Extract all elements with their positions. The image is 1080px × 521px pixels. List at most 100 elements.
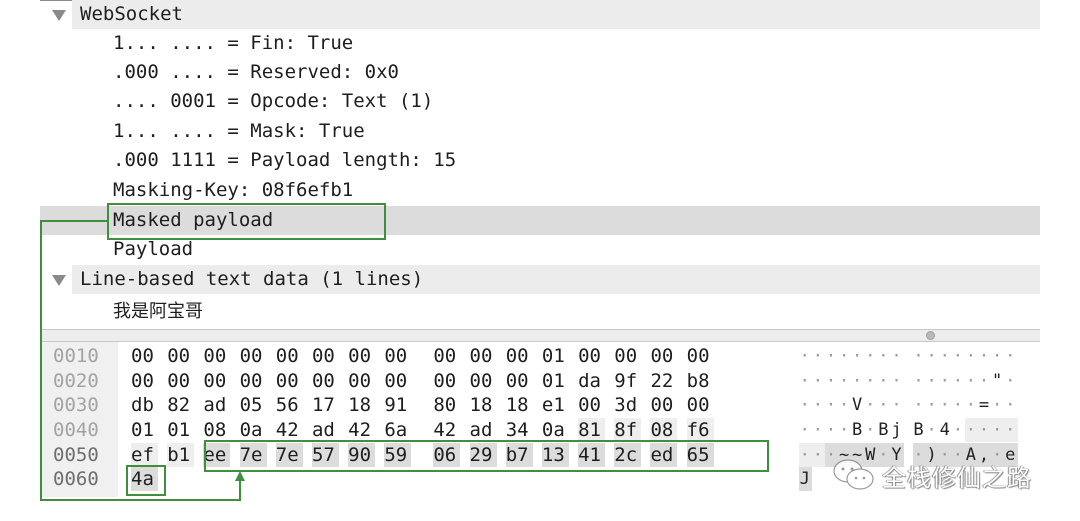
hex-byte[interactable]: 01 bbox=[542, 344, 569, 368]
ascii-char[interactable]: · bbox=[851, 344, 864, 368]
hex-byte[interactable]: 42 bbox=[433, 418, 460, 442]
ascii-char[interactable]: · bbox=[952, 393, 965, 417]
hex-byte[interactable]: 00 bbox=[131, 344, 158, 368]
ascii-char[interactable]: · bbox=[965, 393, 978, 417]
hex-byte[interactable]: 00 bbox=[614, 344, 641, 368]
ascii-char[interactable]: · bbox=[891, 369, 904, 393]
ascii-char[interactable]: · bbox=[838, 369, 851, 393]
hex-byte[interactable]: 6a bbox=[384, 418, 411, 442]
hex-byte[interactable]: 00 bbox=[506, 369, 533, 393]
hex-bytes[interactable]: 00 00 00 00 00 00 00 00 00 00 00 01 da 9f 22 b8 bbox=[131, 369, 723, 393]
hex-byte[interactable]: 08 bbox=[650, 418, 678, 442]
hex-byte[interactable]: 00 bbox=[384, 344, 411, 368]
ascii-char[interactable]: · bbox=[978, 418, 992, 442]
ascii-char[interactable]: · bbox=[825, 418, 838, 442]
hex-byte[interactable]: 00 bbox=[312, 344, 339, 368]
hex-byte[interactable]: 00 bbox=[240, 369, 267, 393]
hex-byte[interactable]: 00 bbox=[276, 344, 303, 368]
packet-details-pane[interactable]: WebSocket 1... .... = Fin: True .000 .... … bbox=[40, 0, 1040, 329]
ascii-char[interactable]: · bbox=[864, 393, 877, 417]
tree-section-header[interactable]: Line-based text data (1 lines) bbox=[40, 265, 1040, 294]
hex-byte[interactable]: 81 bbox=[578, 418, 606, 442]
hex-byte[interactable]: 01 bbox=[542, 369, 569, 393]
hex-byte[interactable]: 91 bbox=[384, 393, 411, 417]
tree-section-header[interactable]: WebSocket bbox=[40, 0, 1040, 29]
ascii-char[interactable]: · bbox=[812, 443, 826, 467]
ascii-char[interactable]: · bbox=[825, 344, 838, 368]
ascii-column[interactable]: ····B·Bj B·4····· bbox=[799, 418, 1018, 442]
tree-item[interactable]: 1... .... = Fin: True bbox=[40, 29, 1040, 58]
ascii-char[interactable]: 4 bbox=[939, 418, 952, 442]
hex-byte[interactable]: 00 bbox=[433, 369, 460, 393]
hex-byte[interactable]: 00 bbox=[276, 369, 303, 393]
hex-byte[interactable]: 00 bbox=[470, 344, 497, 368]
tree-item[interactable]: .000 1111 = Payload length: 15 bbox=[40, 146, 1040, 175]
hex-byte[interactable]: 34 bbox=[506, 418, 533, 442]
ascii-char[interactable]: · bbox=[799, 443, 813, 467]
hex-byte[interactable]: 42 bbox=[276, 418, 303, 442]
hex-byte[interactable]: 00 bbox=[578, 344, 605, 368]
hex-byte[interactable]: 00 bbox=[203, 369, 230, 393]
ascii-char[interactable]: · bbox=[799, 369, 812, 393]
hex-byte[interactable]: 00 bbox=[348, 344, 375, 368]
hex-byte[interactable]: 01 bbox=[167, 418, 194, 442]
ascii-char[interactable]: · bbox=[851, 369, 864, 393]
hex-byte[interactable]: e1 bbox=[542, 393, 569, 417]
ascii-char[interactable]: · bbox=[838, 344, 851, 368]
ascii-char[interactable]: = bbox=[978, 393, 991, 417]
ascii-char[interactable]: · bbox=[978, 369, 991, 393]
ascii-char[interactable]: · bbox=[991, 344, 1004, 368]
hex-byte[interactable]: 00 bbox=[131, 369, 158, 393]
hex-byte[interactable]: 17 bbox=[312, 393, 339, 417]
ascii-char[interactable]: · bbox=[799, 393, 812, 417]
ascii-char[interactable]: · bbox=[799, 344, 812, 368]
ascii-char[interactable]: · bbox=[891, 344, 904, 368]
hex-byte[interactable]: 0a bbox=[240, 418, 267, 442]
ascii-char[interactable]: · bbox=[812, 418, 825, 442]
hex-byte[interactable]: 0a bbox=[542, 418, 569, 442]
hex-byte[interactable]: da bbox=[578, 369, 605, 393]
hex-byte[interactable]: 00 bbox=[203, 344, 230, 368]
ascii-char[interactable]: · bbox=[838, 393, 851, 417]
ascii-char[interactable]: j bbox=[891, 418, 904, 442]
ascii-char[interactable]: · bbox=[965, 369, 978, 393]
hex-bytes[interactable]: 00 00 00 00 00 00 00 00 00 00 00 01 00 00 00 00 bbox=[131, 344, 723, 368]
ascii-column[interactable]: J bbox=[799, 467, 813, 491]
hex-byte[interactable]: 56 bbox=[276, 393, 303, 417]
ascii-column[interactable]: ········ ······"· bbox=[799, 369, 1018, 393]
ascii-char[interactable]: · bbox=[939, 393, 952, 417]
hex-byte[interactable]: 08 bbox=[203, 418, 230, 442]
ascii-char[interactable]: · bbox=[1004, 393, 1017, 417]
ascii-char[interactable]: · bbox=[939, 369, 952, 393]
hex-byte[interactable]: 3d bbox=[614, 393, 641, 417]
hex-byte[interactable]: 00 bbox=[506, 344, 533, 368]
ascii-char[interactable]: · bbox=[878, 344, 891, 368]
hex-byte[interactable]: 18 bbox=[506, 393, 533, 417]
hex-bytes[interactable]: 01 01 08 0a 42 ad 42 6a 42 ad 34 0a 81 8f 08 f6 bbox=[131, 418, 723, 442]
tree-item[interactable]: 1... .... = Mask: True bbox=[40, 117, 1040, 146]
ascii-column[interactable]: ········ ········ bbox=[799, 344, 1018, 368]
hex-byte[interactable]: 80 bbox=[433, 393, 460, 417]
hex-byte[interactable]: 22 bbox=[650, 369, 677, 393]
ascii-char[interactable]: · bbox=[891, 393, 904, 417]
ascii-char[interactable]: · bbox=[799, 418, 812, 442]
ascii-char[interactable]: B bbox=[851, 418, 864, 442]
ascii-char[interactable]: · bbox=[864, 418, 877, 442]
hex-byte[interactable]: 9f bbox=[614, 369, 641, 393]
ascii-char[interactable]: B bbox=[913, 418, 926, 442]
ascii-char[interactable]: · bbox=[926, 393, 939, 417]
hex-byte[interactable]: 18 bbox=[348, 393, 375, 417]
hex-byte[interactable]: b8 bbox=[687, 369, 714, 393]
ascii-char[interactable]: " bbox=[991, 369, 1004, 393]
hex-byte[interactable]: 00 bbox=[167, 369, 194, 393]
ascii-char[interactable]: · bbox=[825, 369, 838, 393]
tree-item[interactable]: .... 0001 = Opcode: Text (1) bbox=[40, 87, 1040, 116]
hex-byte[interactable]: 00 bbox=[470, 369, 497, 393]
hex-byte[interactable]: 00 bbox=[433, 344, 460, 368]
ascii-char[interactable]: · bbox=[952, 344, 965, 368]
ascii-char[interactable]: · bbox=[825, 393, 838, 417]
ascii-char[interactable]: · bbox=[965, 344, 978, 368]
ascii-char[interactable]: · bbox=[1004, 344, 1017, 368]
ascii-char[interactable]: · bbox=[1004, 418, 1018, 442]
hex-byte[interactable]: db bbox=[131, 393, 158, 417]
